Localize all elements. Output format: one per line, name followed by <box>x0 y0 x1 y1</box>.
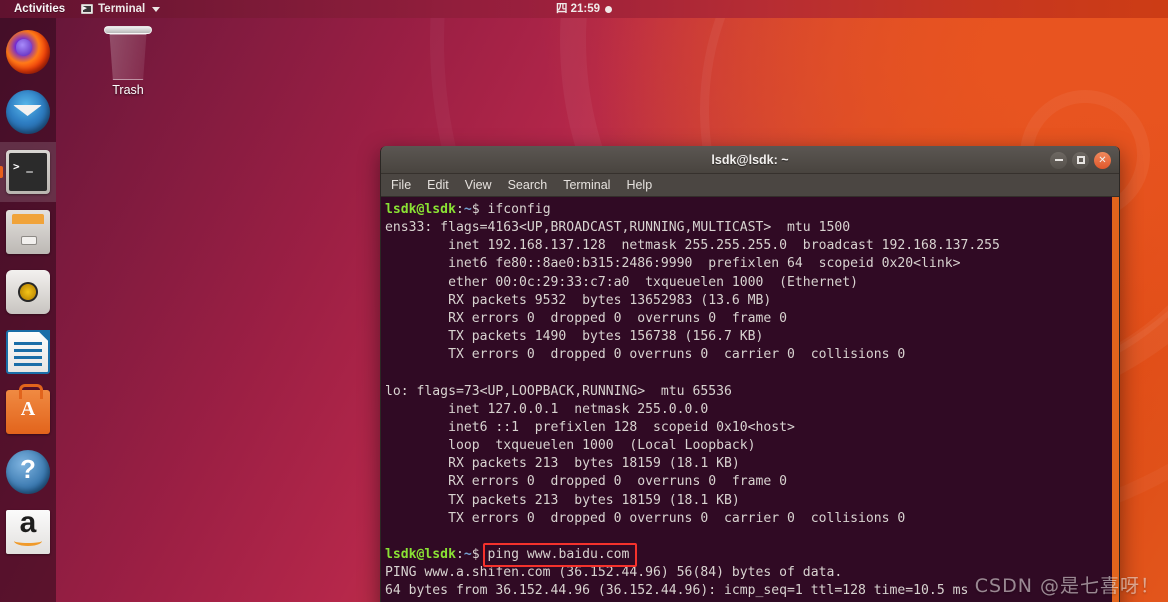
desktop-screen: Activities Terminal 四 21:59 <box>0 0 1168 602</box>
launcher-item-files[interactable] <box>0 202 56 262</box>
power-indicator-dot-icon <box>605 5 613 13</box>
terminal-icon <box>6 150 50 194</box>
files-icon <box>6 210 50 254</box>
maximize-button[interactable] <box>1072 151 1089 169</box>
rhythmbox-icon <box>6 270 50 314</box>
watermark: CSDN @是七喜呀！ <box>974 575 1160 597</box>
terminal-body[interactable]: lsdk@lsdk:~$ ifconfig ens33: flags=4163<… <box>381 197 1119 602</box>
window-title: lsdk@lsdk: ~ <box>711 152 789 167</box>
terminal-window[interactable]: lsdk@lsdk: ~ ✕ File Edit View Search Ter… <box>380 146 1120 602</box>
window-controls: ✕ <box>1050 146 1111 174</box>
launcher-item-rhythmbox[interactable] <box>0 262 56 322</box>
desktop-icon-trash[interactable]: Trash <box>96 26 160 97</box>
firefox-icon <box>6 30 50 74</box>
writer-icon <box>6 330 50 374</box>
menu-item-file[interactable]: File <box>391 178 411 192</box>
thunderbird-icon <box>6 90 50 134</box>
minimize-button[interactable] <box>1050 151 1067 169</box>
trash-label: Trash <box>112 83 144 97</box>
trash-icon <box>104 26 152 34</box>
menu-item-edit[interactable]: Edit <box>427 178 449 192</box>
clock-menu[interactable]: 四 21:59 <box>0 0 1168 18</box>
launcher-item-terminal[interactable] <box>0 142 56 202</box>
terminal-output: lsdk@lsdk:~$ ifconfig ens33: flags=4163<… <box>385 202 1000 599</box>
launcher-item-amazon[interactable] <box>0 502 56 562</box>
launcher-item-libreoffice-writer[interactable] <box>0 322 56 382</box>
close-button[interactable]: ✕ <box>1094 151 1111 169</box>
launcher-item-thunderbird[interactable] <box>0 82 56 142</box>
menu-item-terminal[interactable]: Terminal <box>563 178 610 192</box>
menu-item-search[interactable]: Search <box>508 178 548 192</box>
launcher-dock <box>0 18 56 602</box>
software-icon <box>6 384 50 434</box>
launcher-item-ubuntu-software[interactable] <box>0 382 56 442</box>
top-bar: Activities Terminal 四 21:59 <box>0 0 1168 18</box>
terminal-menubar: File Edit View Search Terminal Help <box>381 174 1119 197</box>
menu-item-help[interactable]: Help <box>626 178 652 192</box>
launcher-item-firefox[interactable] <box>0 22 56 82</box>
launcher-item-help[interactable] <box>0 442 56 502</box>
help-icon <box>6 450 50 494</box>
clock-label: 四 21:59 <box>555 3 601 15</box>
amazon-icon <box>6 506 50 554</box>
terminal-titlebar[interactable]: lsdk@lsdk: ~ ✕ <box>381 146 1119 174</box>
menu-item-view[interactable]: View <box>465 178 492 192</box>
